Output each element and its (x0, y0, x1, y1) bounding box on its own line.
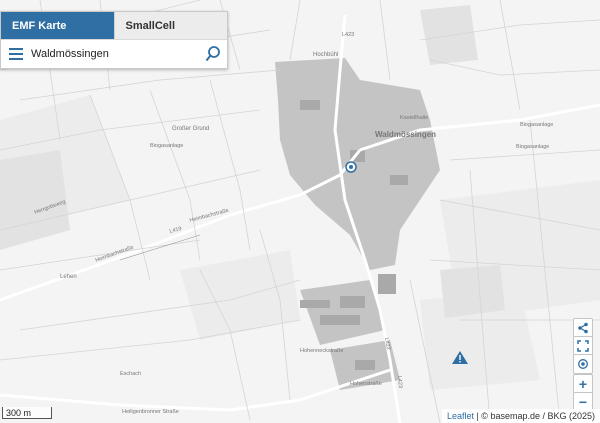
hamburger-menu-icon[interactable] (9, 48, 23, 60)
map-label-biogas-east2: Biogasanlage (516, 144, 549, 150)
fullscreen-icon (577, 340, 589, 352)
map-label-kastellhalle: Kastellhalle (400, 115, 428, 121)
map-label-heiligenbronner: Heiligenbronner Straße (122, 409, 179, 415)
zoom-in-icon: + (578, 376, 588, 392)
search-input[interactable] (31, 44, 196, 64)
tab-emf-karte[interactable]: EMF Karte (1, 12, 114, 39)
map-label-l423: L423 (342, 32, 354, 38)
attribution: Leaflet | © basemap.de / BKG (2025) (441, 409, 600, 423)
locate-button[interactable] (573, 354, 593, 374)
fullscreen-button[interactable] (573, 336, 593, 356)
zoom-in-button[interactable]: + (573, 374, 593, 394)
map-label-hohenstrasse: Hohenstraße (350, 381, 382, 387)
tab-bar: EMF Karte SmallCell (1, 12, 227, 39)
locate-icon (578, 359, 588, 369)
search-bar (1, 39, 227, 68)
map-label-hochbuhl: Hochbühl (313, 52, 338, 58)
map-label-l423b: L423 (396, 376, 403, 389)
control-panel: EMF Karte SmallCell (0, 11, 228, 69)
leaflet-link[interactable]: Leaflet (447, 411, 474, 421)
map-label-hoheneckstrasse: Hohenneckstraße (300, 348, 343, 354)
share-button[interactable] (573, 318, 593, 338)
map-label-lehen: Lehen (60, 274, 77, 280)
tab-smallcell[interactable]: SmallCell (113, 12, 227, 39)
scale-bar: 300 m (2, 407, 52, 419)
map-label-biogas-west: Biogasanlage (150, 143, 183, 149)
map-label-grosser-grund: Großer Grund (172, 126, 209, 132)
zoom-out-icon: − (578, 394, 588, 410)
share-icon (578, 322, 588, 334)
location-marker-icon[interactable] (345, 161, 357, 173)
map-label-town: Waldmössingen (375, 130, 436, 139)
attribution-text: | © basemap.de / BKG (2025) (473, 411, 595, 421)
map-label-biogas-east1: Biogasanlage (520, 122, 553, 128)
map-label-eschach: Eschach (120, 371, 141, 377)
search-icon[interactable] (205, 45, 221, 63)
